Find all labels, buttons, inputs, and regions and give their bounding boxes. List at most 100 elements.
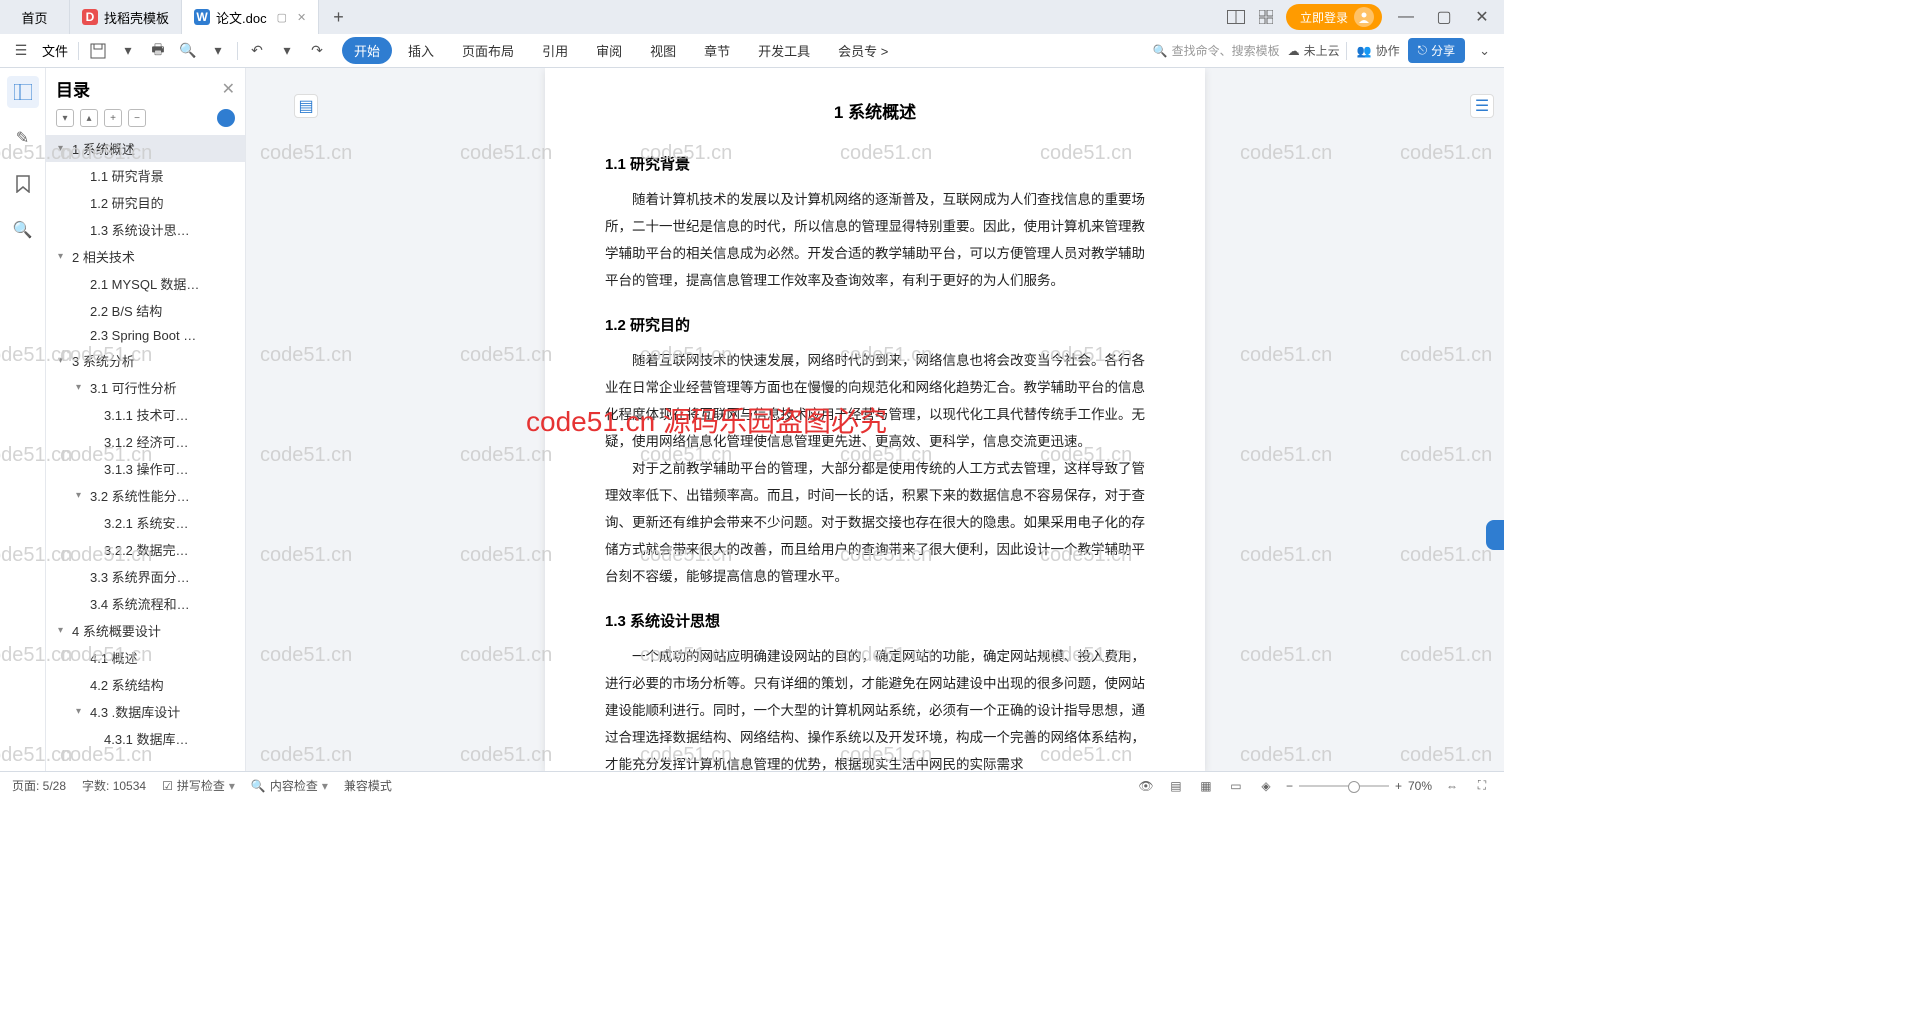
fullscreen-icon[interactable]: ⛶ (1472, 776, 1492, 796)
layout-icon[interactable] (1226, 7, 1246, 27)
cloud-icon: ☁ (1288, 44, 1300, 58)
outline-item[interactable]: ▾3 系统分析 (46, 347, 245, 374)
outline-item[interactable]: 4.2 系统结构 (46, 671, 245, 698)
ribbon-tab-view[interactable]: 视图 (638, 37, 688, 64)
share-icon: ⎋ (1418, 43, 1428, 58)
view-eye-icon[interactable]: 👁 (1136, 776, 1156, 796)
outline-list[interactable]: ▾1 系统概述1.1 研究背景1.2 研究目的1.3 系统设计思…▾2 相关技术… (46, 135, 245, 771)
ribbon-tab-chapter[interactable]: 章节 (692, 37, 742, 64)
view-mode4-icon[interactable]: ◈ (1256, 776, 1276, 796)
ribbon-tab-insert[interactable]: 插入 (396, 37, 446, 64)
outline-item[interactable]: 1.1 研究背景 (46, 162, 245, 189)
doc-heading-13: 1.3 系统设计思想 (605, 610, 1145, 631)
outline-item[interactable]: 3.2.2 数据完… (46, 536, 245, 563)
outline-sync-icon[interactable] (217, 109, 235, 127)
close-button[interactable]: ✕ (1468, 7, 1496, 27)
outline-item[interactable]: 3.1.1 技术可… (46, 401, 245, 428)
outline-title: 目录 (56, 76, 222, 101)
login-button[interactable]: 立即登录 (1286, 4, 1382, 30)
outline-toggle-icon[interactable] (7, 76, 39, 108)
tab-template[interactable]: D 找稻壳模板 (70, 0, 182, 34)
menu-icon[interactable]: ☰ (8, 38, 34, 64)
preview-icon[interactable]: 🔍 (175, 38, 201, 64)
tab-document[interactable]: W 论文.doc ▢ ✕ (182, 0, 319, 34)
saveas-icon[interactable]: ▾ (115, 38, 141, 64)
outline-item[interactable]: 3.1.3 操作可… (46, 455, 245, 482)
status-spellcheck[interactable]: ☑ 拼写检查▾ (162, 777, 235, 794)
ribbon-tab-layout[interactable]: 页面布局 (450, 37, 526, 64)
outline-close-icon[interactable]: ✕ (222, 79, 235, 99)
tab-close-icon[interactable]: ✕ (297, 11, 306, 24)
outline-item[interactable]: 3.4 系统流程和… (46, 590, 245, 617)
ribbon-tab-devtools[interactable]: 开发工具 (746, 37, 822, 64)
tab-add[interactable]: + (319, 0, 358, 34)
ribbon-tab-reference[interactable]: 引用 (530, 37, 580, 64)
zoom-control[interactable]: − + 70% (1286, 779, 1432, 793)
outline-item[interactable]: ▾4 系统概要设计 (46, 617, 245, 644)
outline-item[interactable]: 1.2 研究目的 (46, 189, 245, 216)
outline-item[interactable]: 3.2.1 系统安… (46, 509, 245, 536)
status-page[interactable]: 页面: 5/28 (12, 777, 66, 794)
command-search[interactable]: 🔍 查找命令、搜索模板 (1153, 42, 1280, 59)
outline-item[interactable]: 2.3 Spring Boot … (46, 324, 245, 347)
minimize-button[interactable]: — (1392, 7, 1420, 27)
outline-remove-icon[interactable]: − (128, 109, 146, 127)
cloud-status[interactable]: ☁ 未上云 (1288, 42, 1349, 60)
doc-settings-icon[interactable]: ☰ (1470, 94, 1494, 118)
outline-item[interactable]: 4.1 概述 (46, 644, 245, 671)
outline-item[interactable]: 2.1 MYSQL 数据… (46, 270, 245, 297)
outline-item[interactable]: ▾3.1 可行性分析 (46, 374, 245, 401)
zoom-in-icon[interactable]: + (1395, 779, 1402, 793)
ribbon-tab-review[interactable]: 审阅 (584, 37, 634, 64)
zoom-value[interactable]: 70% (1408, 779, 1432, 793)
tab-home[interactable]: 首页 (0, 0, 70, 34)
undo-icon[interactable]: ↶ (244, 38, 270, 64)
share-button[interactable]: ⎋ 分享 (1408, 38, 1466, 63)
zoom-out-icon[interactable]: − (1286, 779, 1293, 793)
ribbon-tab-member[interactable]: 会员专 > (826, 37, 900, 64)
view-mode2-icon[interactable]: ▦ (1196, 776, 1216, 796)
document-viewport[interactable]: ▤ 1 系统概述 1.1 研究背景 随着计算机技术的发展以及计算机网络的逐渐普及… (246, 68, 1504, 771)
undo-drop-icon[interactable]: ▾ (274, 38, 300, 64)
doc-sidebar-icon[interactable]: ▤ (294, 94, 318, 118)
main-area: ✎ 🔍 目录 ✕ ▾ ▴ + − ▾1 系统概述1.1 研究背景1.2 研究目的… (0, 68, 1504, 771)
outline-item[interactable]: ▾1 系统概述 (46, 135, 245, 162)
outline-item[interactable]: 1.3 系统设计思… (46, 216, 245, 243)
view-mode1-icon[interactable]: ▤ (1166, 776, 1186, 796)
zoom-slider[interactable] (1299, 785, 1389, 787)
bookmark-icon[interactable] (7, 168, 39, 200)
status-contentcheck[interactable]: 🔍 内容检查▾ (251, 777, 328, 794)
redo-icon[interactable]: ↷ (304, 38, 330, 64)
collab-button[interactable]: 👥 协作 (1357, 42, 1400, 59)
status-words[interactable]: 字数: 10534 (82, 777, 146, 794)
status-bar: 页面: 5/28 字数: 10534 ☑ 拼写检查▾ 🔍 内容检查▾ 兼容模式 … (0, 771, 1504, 799)
outline-item[interactable]: ▾4.3 .数据库设计 (46, 698, 245, 725)
doc-heading-12: 1.2 研究目的 (605, 314, 1145, 335)
outline-item[interactable]: 3.3 系统界面分… (46, 563, 245, 590)
find-icon[interactable]: 🔍 (7, 214, 39, 246)
clipboard-icon[interactable]: ✎ (7, 122, 39, 154)
status-compat-mode[interactable]: 兼容模式 (344, 777, 392, 794)
tab-detach-icon[interactable]: ▢ (277, 11, 287, 24)
outline-add-icon[interactable]: + (104, 109, 122, 127)
save-icon[interactable] (85, 38, 111, 64)
outline-item[interactable]: ▾2 相关技术 (46, 243, 245, 270)
outline-expand-all-icon[interactable]: ▴ (80, 109, 98, 127)
daoke-icon: D (82, 9, 98, 25)
maximize-button[interactable]: ▢ (1430, 7, 1458, 27)
outline-collapse-all-icon[interactable]: ▾ (56, 109, 74, 127)
outline-item[interactable]: 4.3.1 数据库… (46, 725, 245, 752)
fit-width-icon[interactable]: ⇔ (1442, 776, 1462, 796)
search-icon: 🔍 (1153, 44, 1168, 58)
view-mode3-icon[interactable]: ▭ (1226, 776, 1246, 796)
apps-icon[interactable] (1256, 7, 1276, 27)
outline-item[interactable]: 2.2 B/S 结构 (46, 297, 245, 324)
ribbon-more-icon[interactable]: ⌄ (1473, 43, 1496, 59)
outline-item[interactable]: 3.1.2 经济可… (46, 428, 245, 455)
outline-item[interactable]: ▾3.2 系统性能分… (46, 482, 245, 509)
ribbon-tab-start[interactable]: 开始 (342, 37, 392, 64)
preview-drop-icon[interactable]: ▾ (205, 38, 231, 64)
side-float-tab[interactable] (1486, 520, 1504, 550)
print-icon[interactable]: 🖶 (145, 38, 171, 64)
file-menu[interactable]: 文件 (38, 41, 72, 60)
